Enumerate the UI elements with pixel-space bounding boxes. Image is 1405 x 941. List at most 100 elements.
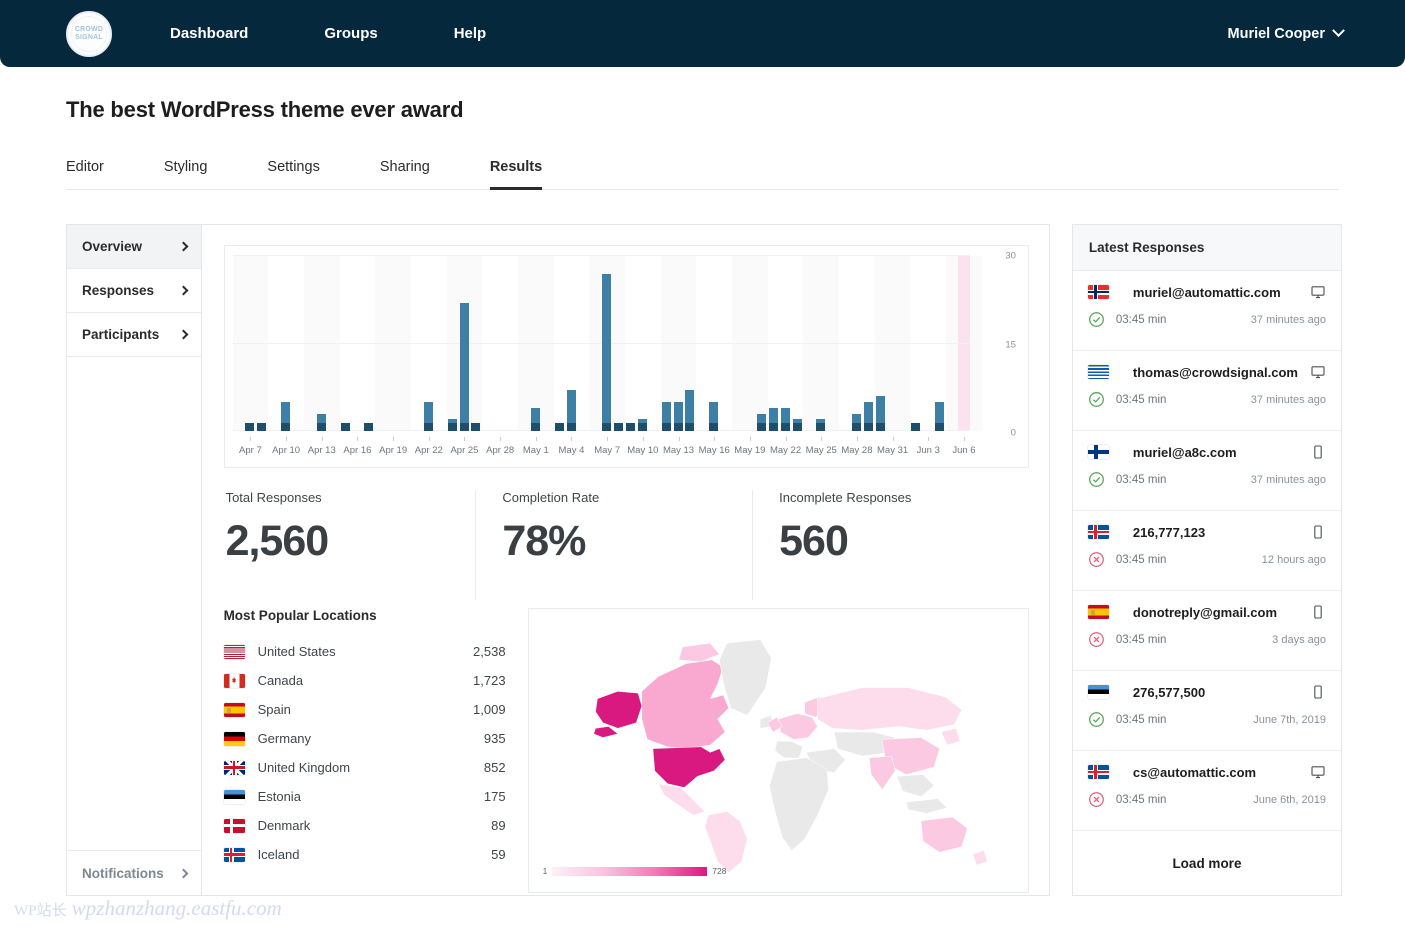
stat-completion-rate-label: Completion Rate bbox=[502, 490, 752, 505]
chart-bar[interactable] bbox=[638, 419, 647, 431]
chart-bar[interactable] bbox=[626, 425, 635, 431]
flag-icon-is bbox=[224, 848, 245, 862]
response-identifier: muriel@automattic.com bbox=[1133, 285, 1310, 300]
chart-bar[interactable] bbox=[662, 402, 671, 431]
response-item[interactable]: cs@automattic.com03:45 minJune 6th, 2019 bbox=[1073, 751, 1341, 831]
check-circle-icon bbox=[1088, 471, 1105, 488]
tab-styling[interactable]: Styling bbox=[164, 159, 208, 190]
sidebar-item-responses[interactable]: Responses bbox=[67, 269, 201, 313]
chart-bar[interactable] bbox=[257, 425, 266, 431]
tab-settings[interactable]: Settings bbox=[267, 159, 319, 190]
chart-x-tick-label: Jun 6 bbox=[952, 445, 975, 456]
chart-bar[interactable] bbox=[757, 414, 766, 432]
overview-main-panel: 01530 Apr 7Apr 10Apr 13Apr 16Apr 19Apr 2… bbox=[201, 224, 1050, 896]
response-identifier: thomas@crowdsignal.com bbox=[1133, 365, 1310, 380]
response-item-header: thomas@crowdsignal.com bbox=[1088, 364, 1326, 380]
response-item[interactable]: donotreply@gmail.com03:45 min3 days ago bbox=[1073, 591, 1341, 671]
response-item-meta: 03:45 minJune 6th, 2019 bbox=[1088, 791, 1326, 808]
response-item-meta: 03:45 min37 minutes ago bbox=[1088, 391, 1326, 408]
chart-bar[interactable] bbox=[424, 402, 433, 431]
nav-link-groups[interactable]: Groups bbox=[324, 25, 377, 42]
chart-bar-base bbox=[245, 423, 254, 431]
world-map bbox=[529, 609, 1028, 892]
chart-bar[interactable] bbox=[567, 390, 576, 431]
map-region-japan bbox=[941, 728, 959, 745]
chart-x-tick-label: May 22 bbox=[770, 445, 801, 456]
chart-bar[interactable] bbox=[876, 396, 885, 431]
chart-bar-base bbox=[864, 423, 873, 431]
x-circle-icon bbox=[1088, 631, 1105, 648]
flag-icon-es bbox=[1088, 605, 1109, 619]
chart-bar-base bbox=[685, 423, 694, 431]
chevron-down-icon bbox=[1332, 24, 1345, 37]
flag-icon-no bbox=[1088, 285, 1109, 299]
location-row: Canada1,723 bbox=[224, 666, 506, 695]
chart-x-tick-label: Apr 13 bbox=[308, 445, 336, 456]
chart-bar[interactable] bbox=[448, 419, 457, 431]
chart-bar[interactable] bbox=[341, 425, 350, 431]
chart-bar-base bbox=[816, 423, 825, 431]
chart-x-tick-mark bbox=[893, 437, 894, 441]
logo-text-line-1: CROWD bbox=[75, 26, 103, 34]
chart-bar-base bbox=[567, 423, 576, 431]
response-item[interactable]: thomas@crowdsignal.com 03:45 min37 minute… bbox=[1073, 351, 1341, 431]
chart-bar[interactable] bbox=[555, 425, 564, 431]
chart-gridline bbox=[233, 255, 970, 256]
chart-bar[interactable] bbox=[614, 425, 623, 431]
chart-bar[interactable] bbox=[793, 419, 802, 431]
response-item-meta: 03:45 min37 minutes ago bbox=[1088, 311, 1326, 328]
summary-stats: Total Responses 2,560 Completion Rate 78… bbox=[224, 490, 1029, 600]
chart-bar[interactable] bbox=[531, 408, 540, 431]
location-country-name: Spain bbox=[258, 702, 473, 717]
nav-link-dashboard[interactable]: Dashboard bbox=[170, 25, 248, 42]
chart-bar[interactable] bbox=[781, 408, 790, 431]
chart-bar[interactable] bbox=[281, 402, 290, 431]
chart-bar[interactable] bbox=[317, 414, 326, 432]
stat-total-responses-value: 2,560 bbox=[226, 517, 476, 566]
response-item[interactable]: 276,577,50003:45 minJune 7th, 2019 bbox=[1073, 671, 1341, 751]
sidebar-item-participants[interactable]: Participants bbox=[67, 313, 201, 357]
chart-bar[interactable] bbox=[864, 402, 873, 431]
chart-bar[interactable] bbox=[674, 402, 683, 431]
sidebar-item-overview[interactable]: Overview bbox=[67, 225, 201, 269]
map-region-southern-europe bbox=[775, 741, 803, 758]
load-more-button[interactable]: Load more bbox=[1073, 831, 1341, 895]
check-circle-icon bbox=[1088, 391, 1105, 408]
chart-x-tick-label: Apr 22 bbox=[415, 445, 443, 456]
chart-bar[interactable] bbox=[852, 414, 861, 432]
flag-icon-gb bbox=[224, 761, 245, 775]
response-item[interactable]: muriel@automattic.com 03:45 min37 minutes… bbox=[1073, 271, 1341, 351]
sidebar-item-notifications[interactable]: Notifications bbox=[67, 851, 201, 895]
chart-band bbox=[803, 256, 839, 431]
map-region-australia bbox=[921, 817, 967, 852]
tab-results[interactable]: Results bbox=[490, 159, 542, 190]
tab-sharing[interactable]: Sharing bbox=[380, 159, 430, 190]
chart-bar[interactable] bbox=[685, 390, 694, 431]
tab-editor[interactable]: Editor bbox=[66, 159, 104, 190]
chart-x-tick-mark bbox=[964, 437, 965, 441]
location-row: Spain1,009 bbox=[224, 695, 506, 724]
chart-bar-base bbox=[531, 423, 540, 431]
chart-bar[interactable] bbox=[816, 419, 825, 431]
chart-bar[interactable] bbox=[460, 303, 469, 431]
user-menu[interactable]: Muriel Cooper bbox=[1228, 26, 1343, 42]
chart-bar[interactable] bbox=[935, 402, 944, 431]
chart-band bbox=[518, 256, 554, 431]
nav-link-help[interactable]: Help bbox=[454, 25, 487, 42]
chart-bar[interactable] bbox=[602, 274, 611, 432]
chart-bar[interactable] bbox=[911, 425, 920, 431]
chart-bar[interactable] bbox=[245, 425, 254, 431]
chart-bar[interactable] bbox=[709, 402, 718, 431]
crowdsignal-logo[interactable]: CROWD SIGNAL bbox=[66, 11, 112, 57]
chart-bar[interactable] bbox=[364, 425, 373, 431]
response-item[interactable]: muriel@a8c.com03:45 min37 minutes ago bbox=[1073, 431, 1341, 511]
chart-bar-base bbox=[626, 423, 635, 431]
chart-bar[interactable] bbox=[471, 425, 480, 431]
response-item[interactable]: 216,777,12303:45 min12 hours ago bbox=[1073, 511, 1341, 591]
location-country-name: Estonia bbox=[258, 789, 484, 804]
chart-x-tick-label: May 25 bbox=[806, 445, 837, 456]
chart-bar[interactable] bbox=[769, 408, 778, 431]
chart-bar-base bbox=[364, 423, 373, 431]
chart-x-tick-mark bbox=[393, 437, 394, 441]
chart-y-tick-label: 0 bbox=[1011, 428, 1016, 439]
